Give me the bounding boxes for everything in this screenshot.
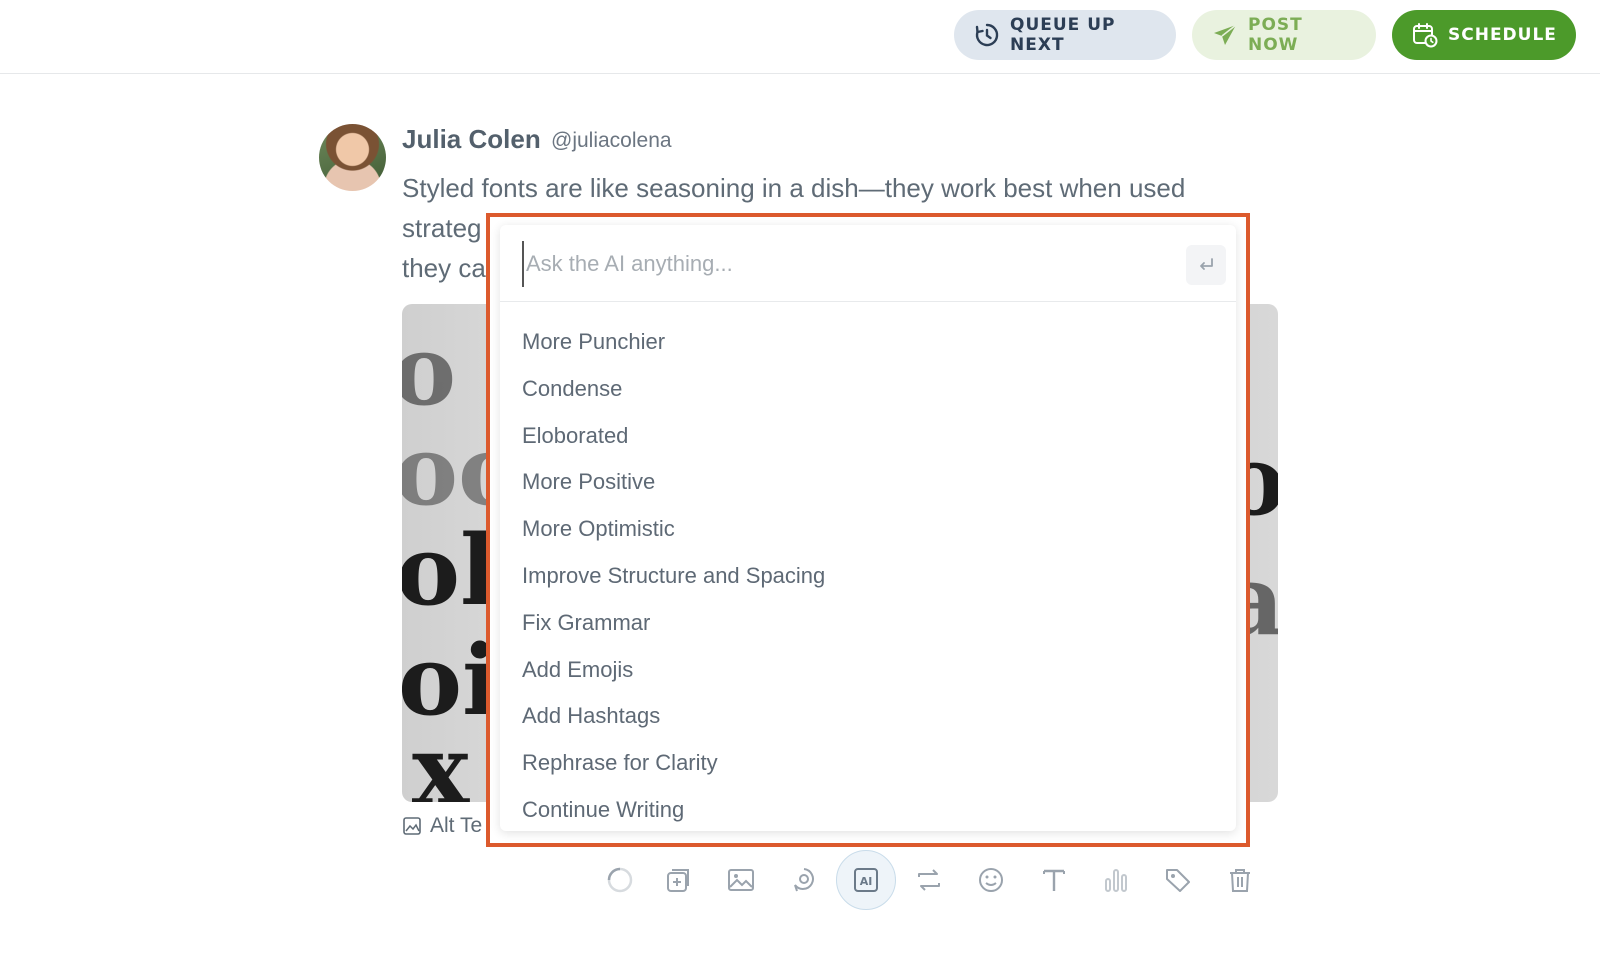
author-name: Julia Colen (402, 124, 541, 154)
ai-popup-highlight: More Punchier Condense Eloborated More P… (486, 213, 1250, 847)
poll-icon[interactable] (1086, 850, 1146, 910)
queue-up-next-button[interactable]: QUEUE UP NEXT (954, 10, 1176, 60)
trash-icon[interactable] (1210, 850, 1270, 910)
post-now-button[interactable]: POST NOW (1192, 10, 1376, 60)
schedule-label: SCHEDULE (1448, 25, 1557, 45)
ai-input-row (500, 225, 1236, 302)
emoji-icon[interactable] (961, 850, 1021, 910)
add-thread-icon[interactable] (648, 850, 708, 910)
ai-prompt-panel: More Punchier Condense Eloborated More P… (500, 225, 1236, 831)
send-icon (1214, 24, 1237, 45)
ai-option-improve-structure[interactable]: Improve Structure and Spacing (522, 553, 825, 600)
ai-option-more-punchier[interactable]: More Punchier (522, 319, 825, 366)
ai-option-more-positive[interactable]: More Positive (522, 459, 825, 506)
loading-icon (590, 850, 650, 910)
ai-assistant-button[interactable]: AI (836, 850, 896, 910)
avatar (319, 124, 386, 191)
top-bar: QUEUE UP NEXT POST NOW SCHEDULE (0, 0, 1600, 74)
calendar-clock-icon (1413, 23, 1438, 48)
ai-option-rephrase[interactable]: Rephrase for Clarity (522, 740, 825, 787)
alt-text-label: Alt Te (430, 814, 483, 837)
tag-icon[interactable] (1148, 850, 1208, 910)
image-icon[interactable] (711, 850, 771, 910)
ai-option-add-emojis[interactable]: Add Emojis (522, 647, 825, 694)
post-now-label: POST NOW (1248, 15, 1303, 55)
ai-icon-label: AI (860, 875, 873, 888)
ai-option-eloborated[interactable]: Eloborated (522, 413, 825, 460)
author-handle: @juliacolena (551, 129, 672, 152)
queue-up-next-label: QUEUE UP NEXT (1010, 15, 1116, 55)
repost-icon[interactable] (899, 850, 959, 910)
ai-prompt-input[interactable] (522, 241, 1188, 287)
ai-icon: AI (854, 868, 878, 892)
ai-option-continue-writing[interactable]: Continue Writing (522, 787, 825, 834)
alt-image-icon (403, 817, 421, 835)
text-style-icon[interactable] (1024, 850, 1084, 910)
alt-text-button[interactable]: Alt Te (402, 814, 482, 838)
ai-option-add-hashtags[interactable]: Add Hashtags (522, 693, 825, 740)
gif-icon[interactable] (774, 850, 834, 910)
ai-option-more-optimistic[interactable]: More Optimistic (522, 506, 825, 553)
enter-icon (1200, 258, 1213, 270)
schedule-button[interactable]: SCHEDULE (1392, 10, 1576, 60)
submit-prompt-button[interactable] (1186, 245, 1226, 285)
ai-options-list: More Punchier Condense Eloborated More P… (522, 319, 825, 834)
ai-option-fix-grammar[interactable]: Fix Grammar (522, 600, 825, 647)
queue-clock-icon (975, 23, 999, 47)
ai-option-condense[interactable]: Condense (522, 366, 825, 413)
